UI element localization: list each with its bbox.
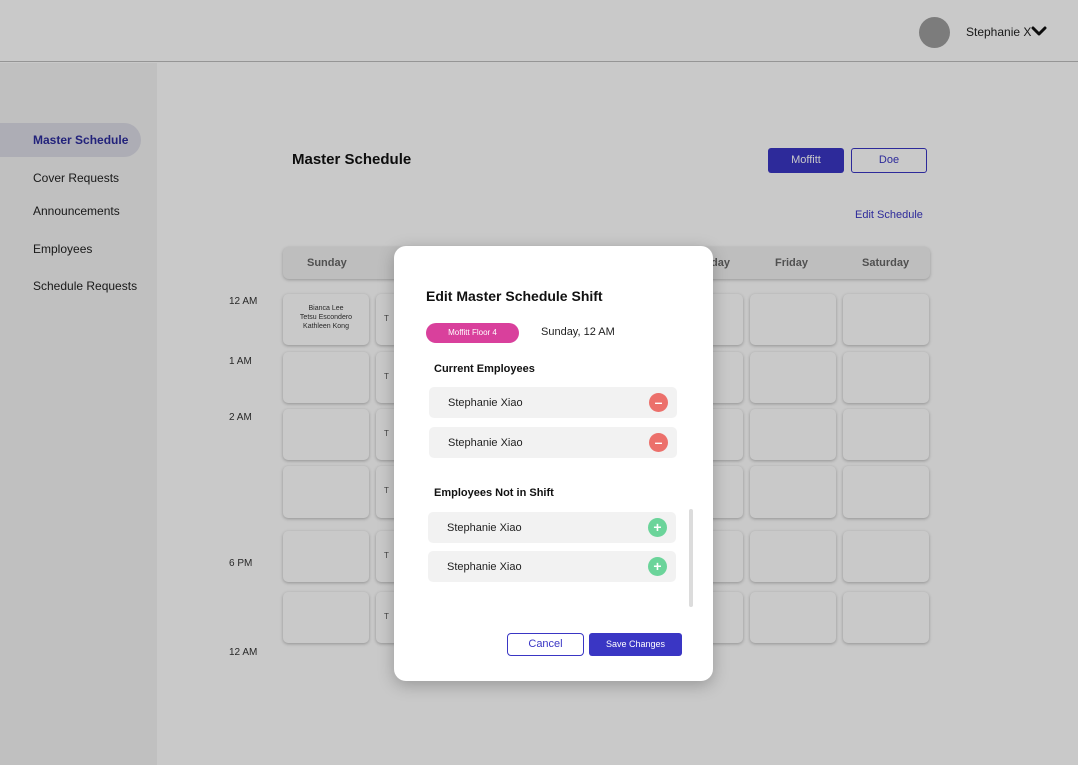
available-employee-row: Stephanie Xiao + <box>428 512 676 543</box>
modal-title: Edit Master Schedule Shift <box>426 288 603 304</box>
employee-name: Stephanie Xiao <box>448 437 523 449</box>
edit-shift-modal: Edit Master Schedule Shift Moffitt Floor… <box>394 246 713 681</box>
add-employee-icon[interactable]: + <box>648 518 667 537</box>
cancel-button[interactable]: Cancel <box>507 633 584 656</box>
add-employee-icon[interactable]: + <box>648 557 667 576</box>
current-employees-heading: Current Employees <box>434 363 535 375</box>
employee-name: Stephanie Xiao <box>447 522 522 534</box>
not-in-shift-heading: Employees Not in Shift <box>434 487 554 499</box>
current-employee-row: Stephanie Xiao – <box>429 387 677 418</box>
current-employee-row: Stephanie Xiao – <box>429 427 677 458</box>
remove-employee-icon[interactable]: – <box>649 433 668 452</box>
save-changes-button[interactable]: Save Changes <box>589 633 682 656</box>
available-employee-row: Stephanie Xiao + <box>428 551 676 582</box>
remove-employee-icon[interactable]: – <box>649 393 668 412</box>
scrollbar[interactable] <box>689 509 693 607</box>
shift-time: Sunday, 12 AM <box>541 326 615 338</box>
employee-name: Stephanie Xiao <box>447 561 522 573</box>
location-badge: Moffitt Floor 4 <box>426 323 519 343</box>
employee-name: Stephanie Xiao <box>448 397 523 409</box>
